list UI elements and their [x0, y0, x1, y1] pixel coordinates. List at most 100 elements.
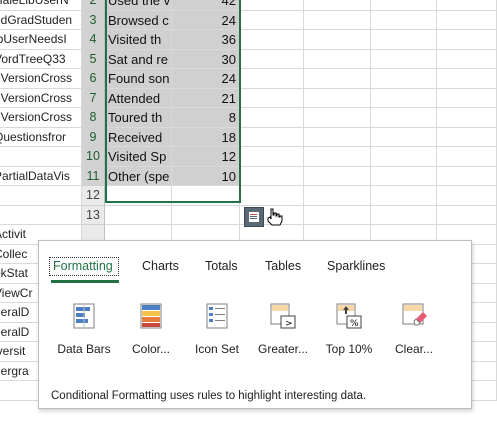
empty-cell[interactable] — [437, 69, 497, 89]
empty-cell[interactable] — [437, 10, 497, 30]
empty-cell[interactable] — [240, 108, 304, 128]
empty-cell[interactable] — [371, 30, 437, 50]
category-cell[interactable]: Visited Sp — [105, 147, 172, 167]
top-10-percent-button[interactable]: % Top 10% — [317, 301, 381, 356]
left-column-cell[interactable]: PartialDataVis — [0, 166, 82, 186]
empty-cell[interactable] — [371, 186, 437, 206]
tab-charts[interactable]: Charts — [142, 259, 179, 273]
empty-cell[interactable] — [437, 108, 497, 128]
empty-cell[interactable] — [304, 30, 371, 50]
left-column-cell[interactable]: VordTreeQ33 — [0, 49, 82, 69]
row-header[interactable]: 2 — [82, 0, 105, 11]
empty-cell[interactable] — [240, 10, 304, 30]
empty-cell[interactable] — [437, 186, 497, 206]
empty-cell[interactable] — [304, 88, 371, 108]
value-cell[interactable]: 18 — [172, 127, 240, 147]
row-header[interactable]: 13 — [82, 205, 105, 225]
empty-cell[interactable] — [304, 108, 371, 128]
row-header[interactable]: 7 — [82, 88, 105, 108]
value-cell[interactable]: 24 — [172, 69, 240, 89]
category-cell[interactable]: Browsed c — [105, 10, 172, 30]
empty-cell[interactable] — [240, 166, 304, 186]
left-column-cell[interactable] — [0, 147, 82, 167]
empty-cell[interactable] — [240, 88, 304, 108]
empty-cell[interactable] — [371, 108, 437, 128]
empty-cell[interactable] — [371, 205, 437, 225]
empty-cell[interactable] — [304, 205, 371, 225]
empty-cell[interactable] — [304, 10, 371, 30]
empty-cell[interactable] — [437, 49, 497, 69]
empty-cell[interactable] — [240, 186, 304, 206]
empty-cell[interactable] — [240, 49, 304, 69]
empty-cell[interactable] — [304, 69, 371, 89]
category-cell[interactable]: Attended — [105, 88, 172, 108]
empty-cell[interactable] — [240, 30, 304, 50]
category-cell[interactable]: Sat and re — [105, 49, 172, 69]
row-header[interactable]: 9 — [82, 127, 105, 147]
category-cell[interactable]: Used the v — [105, 0, 172, 11]
empty-cell[interactable] — [437, 166, 497, 186]
empty-cell[interactable] — [371, 88, 437, 108]
left-column-cell[interactable]: ibUserNeedsI — [0, 30, 82, 50]
empty-cell[interactable] — [371, 127, 437, 147]
row-header[interactable]: 11 — [82, 166, 105, 186]
category-cell[interactable]: Received — [105, 127, 172, 147]
left-column-cell[interactable] — [0, 186, 82, 206]
left-column-cell[interactable]: eVersionCross — [0, 69, 82, 89]
greater-than-button[interactable]: > Greater... — [251, 301, 315, 356]
value-cell[interactable]: 24 — [172, 10, 240, 30]
empty-cell[interactable] — [371, 147, 437, 167]
value-cell[interactable]: 21 — [172, 88, 240, 108]
row-header[interactable]: 10 — [82, 147, 105, 167]
empty-cell[interactable] — [371, 166, 437, 186]
row-header[interactable]: 12 — [82, 186, 105, 206]
empty-cell[interactable] — [304, 186, 371, 206]
left-column-cell[interactable] — [0, 205, 82, 225]
empty-cell[interactable] — [437, 0, 497, 11]
data-bars-button[interactable]: Data Bars — [52, 301, 116, 356]
empty-cell[interactable] — [437, 88, 497, 108]
quick-analysis-button[interactable] — [244, 207, 264, 227]
category-cell[interactable]: Found son — [105, 69, 172, 89]
row-header[interactable]: 8 — [82, 108, 105, 128]
row-header[interactable]: 4 — [82, 30, 105, 50]
color-scale-button[interactable]: Color... — [119, 301, 183, 356]
empty-cell[interactable] — [240, 69, 304, 89]
value-cell[interactable]: 30 — [172, 49, 240, 69]
left-column-cell[interactable]: eVersionCross — [0, 88, 82, 108]
clear-format-button[interactable]: Clear... — [382, 301, 446, 356]
empty-cell[interactable] — [371, 49, 437, 69]
empty-cell[interactable] — [371, 69, 437, 89]
category-cell[interactable] — [105, 186, 172, 206]
empty-cell[interactable] — [240, 147, 304, 167]
tab-totals[interactable]: Totals — [205, 259, 238, 273]
row-header[interactable]: 3 — [82, 10, 105, 30]
empty-cell[interactable] — [371, 0, 437, 11]
left-column-cell[interactable]: Questionsfror — [0, 127, 82, 147]
value-cell[interactable]: 12 — [172, 147, 240, 167]
left-column-cell[interactable]: eVersionCross — [0, 108, 82, 128]
tab-formatting[interactable]: Formatting — [53, 259, 113, 273]
empty-cell[interactable] — [304, 166, 371, 186]
empty-cell[interactable] — [437, 205, 497, 225]
empty-cell[interactable] — [240, 127, 304, 147]
empty-cell[interactable] — [437, 30, 497, 50]
empty-cell[interactable] — [437, 147, 497, 167]
left-column-cell[interactable]: HaleLibUserN — [0, 0, 82, 11]
value-cell[interactable]: 10 — [172, 166, 240, 186]
left-column-cell[interactable]: edGradStuden — [0, 10, 82, 30]
empty-cell[interactable] — [304, 127, 371, 147]
value-cell[interactable] — [172, 205, 240, 225]
empty-cell[interactable] — [437, 127, 497, 147]
empty-cell[interactable] — [240, 0, 304, 11]
row-header[interactable]: 5 — [82, 49, 105, 69]
empty-cell[interactable] — [304, 147, 371, 167]
tab-tables[interactable]: Tables — [265, 259, 301, 273]
empty-cell[interactable] — [304, 0, 371, 11]
value-cell[interactable] — [172, 186, 240, 206]
category-cell[interactable] — [105, 205, 172, 225]
row-header[interactable]: 6 — [82, 69, 105, 89]
empty-cell[interactable] — [304, 49, 371, 69]
icon-set-button[interactable]: Icon Set — [185, 301, 249, 356]
value-cell[interactable]: 8 — [172, 108, 240, 128]
